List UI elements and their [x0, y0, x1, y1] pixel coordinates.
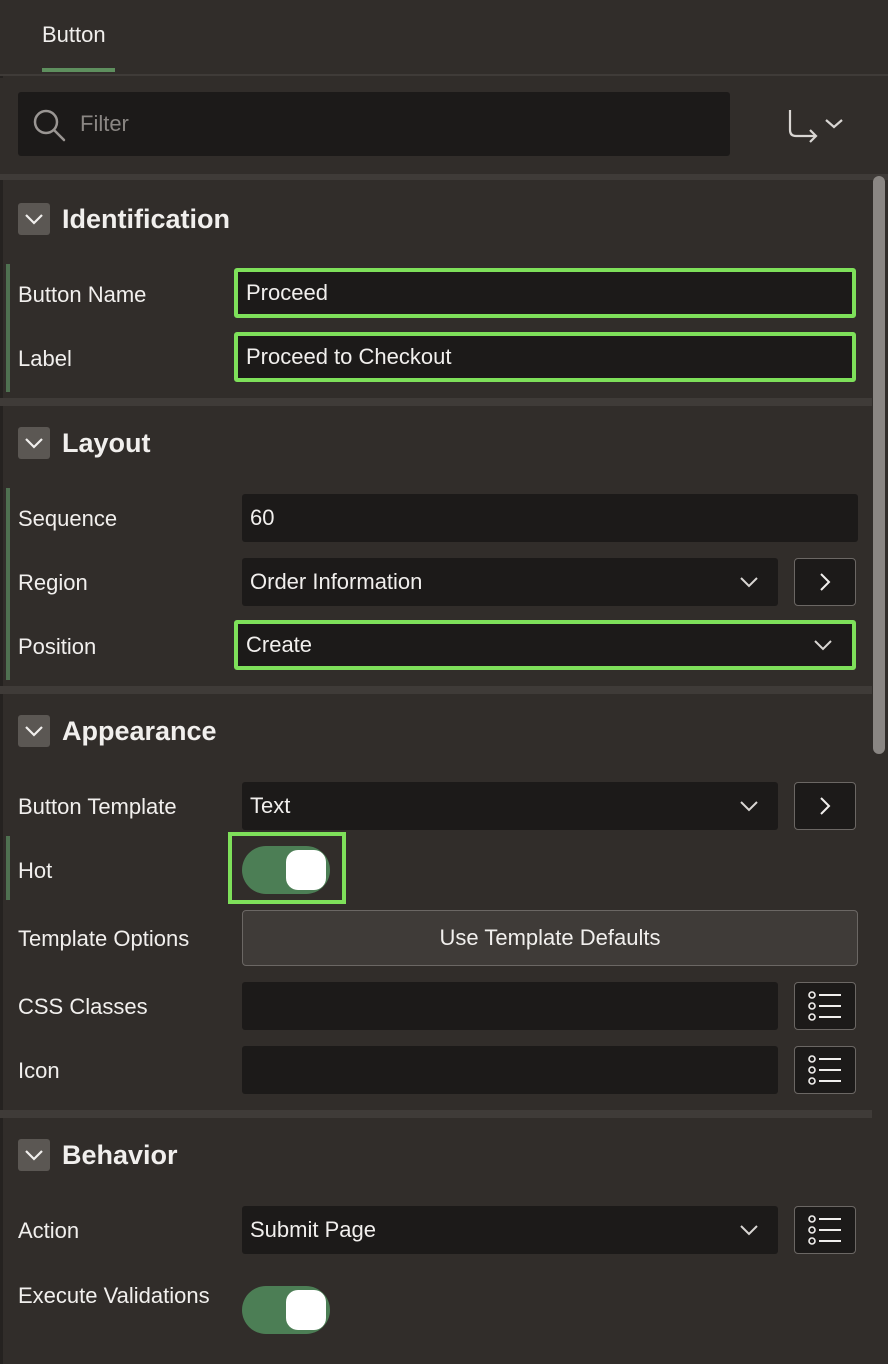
section-title: Behavior: [62, 1139, 178, 1170]
hot-toggle[interactable]: [242, 846, 330, 894]
chevron-down-icon: [740, 801, 758, 812]
execute-validations-toggle[interactable]: [242, 1286, 330, 1334]
chevron-down-icon: [825, 119, 843, 129]
section-header-layout[interactable]: Layout: [18, 427, 151, 459]
collapse-toggle[interactable]: [18, 427, 50, 459]
chevron-down-icon: [814, 640, 832, 651]
button-template-select[interactable]: Text: [242, 782, 778, 830]
css-classes-list-button[interactable]: [794, 982, 856, 1030]
action-select[interactable]: Submit Page: [242, 1206, 778, 1254]
property-row-css-classes: CSS Classes: [6, 976, 872, 1040]
action-select-value: Submit Page: [250, 1217, 376, 1242]
icon-field[interactable]: [242, 1046, 778, 1094]
go-to-region-button[interactable]: [794, 558, 856, 606]
property-label: Template Options: [18, 926, 190, 951]
chevron-down-icon: [25, 1150, 43, 1161]
list-icon: [808, 1215, 841, 1245]
filter-box[interactable]: [18, 92, 730, 156]
button-template-value: Text: [250, 793, 291, 818]
list-icon: [808, 991, 841, 1021]
chevron-down-icon: [25, 438, 43, 449]
tab-button[interactable]: Button: [42, 22, 106, 48]
list-icon: [808, 1055, 841, 1085]
property-row-template-options: Template Options Use Template Defaults: [6, 906, 872, 970]
property-label: Position: [18, 634, 97, 659]
label-field[interactable]: Proceed to Checkout: [234, 332, 856, 382]
scrollbar-thumb[interactable]: [873, 176, 885, 754]
sequence-field[interactable]: 60: [242, 494, 858, 542]
property-row-button-name: Button Name Proceed: [6, 264, 872, 328]
property-row-icon: Icon: [6, 1040, 872, 1104]
property-row-region: Region Order Information: [6, 552, 872, 616]
go-to-group-button[interactable]: [782, 106, 852, 146]
collapse-toggle[interactable]: [18, 715, 50, 747]
chevron-right-icon: [820, 797, 831, 815]
button-name-field[interactable]: Proceed: [234, 268, 856, 318]
section-title: Identification: [62, 203, 230, 234]
chevron-right-icon: [820, 573, 831, 591]
icon-list-button[interactable]: [794, 1046, 856, 1094]
active-tab-indicator: [42, 68, 115, 72]
chevron-down-icon: [25, 214, 43, 225]
section-divider: [0, 398, 872, 406]
css-classes-field[interactable]: [242, 982, 778, 1030]
property-row-execute-validations: Execute Validations: [6, 1276, 872, 1356]
region-select[interactable]: Order Information: [242, 558, 778, 606]
collapse-toggle[interactable]: [18, 203, 50, 235]
property-label: Action: [18, 1218, 80, 1243]
property-label: Region: [18, 570, 88, 595]
tab-bar: Button: [0, 0, 888, 76]
property-label: Execute Validations: [18, 1283, 210, 1308]
property-label: CSS Classes: [18, 994, 148, 1019]
section-divider: [0, 1110, 872, 1118]
toggle-knob: [286, 850, 326, 890]
chevron-down-icon: [740, 577, 758, 588]
property-row-button-template: Button Template Text: [6, 776, 872, 840]
chevron-down-icon: [25, 726, 43, 737]
filter-input[interactable]: [80, 92, 710, 156]
use-template-defaults-button[interactable]: Use Template Defaults: [242, 910, 858, 966]
section-title: Appearance: [62, 715, 217, 746]
toggle-knob: [286, 1290, 326, 1330]
property-row-position: Position Create: [6, 616, 872, 680]
search-icon: [33, 109, 66, 142]
section-header-appearance[interactable]: Appearance: [18, 715, 217, 747]
property-label: Hot: [18, 858, 53, 883]
arrow-return-icon: [788, 110, 843, 143]
section-divider: [0, 686, 872, 694]
section-header-behavior[interactable]: Behavior: [18, 1139, 178, 1171]
toolbar: [0, 78, 888, 174]
collapse-toggle[interactable]: [18, 1139, 50, 1171]
action-list-button[interactable]: [794, 1206, 856, 1254]
chevron-down-icon: [740, 1225, 758, 1236]
property-label: Sequence: [18, 506, 118, 531]
region-select-value: Order Information: [250, 569, 423, 594]
go-to-template-button[interactable]: [794, 782, 856, 830]
section-header-identification[interactable]: Identification: [18, 203, 230, 235]
property-row-hot: Hot: [6, 832, 872, 904]
property-label: Button Name: [18, 282, 147, 307]
property-row-label: Label Proceed to Checkout: [6, 328, 872, 392]
position-select[interactable]: Create: [234, 620, 856, 670]
position-select-value: Create: [246, 632, 313, 657]
section-title: Layout: [62, 427, 151, 458]
property-label: Label: [18, 346, 72, 371]
property-label: Icon: [18, 1058, 60, 1083]
property-label: Button Template: [18, 794, 177, 819]
property-row-sequence: Sequence 60: [6, 488, 872, 552]
property-row-action: Action Submit Page: [6, 1200, 872, 1264]
